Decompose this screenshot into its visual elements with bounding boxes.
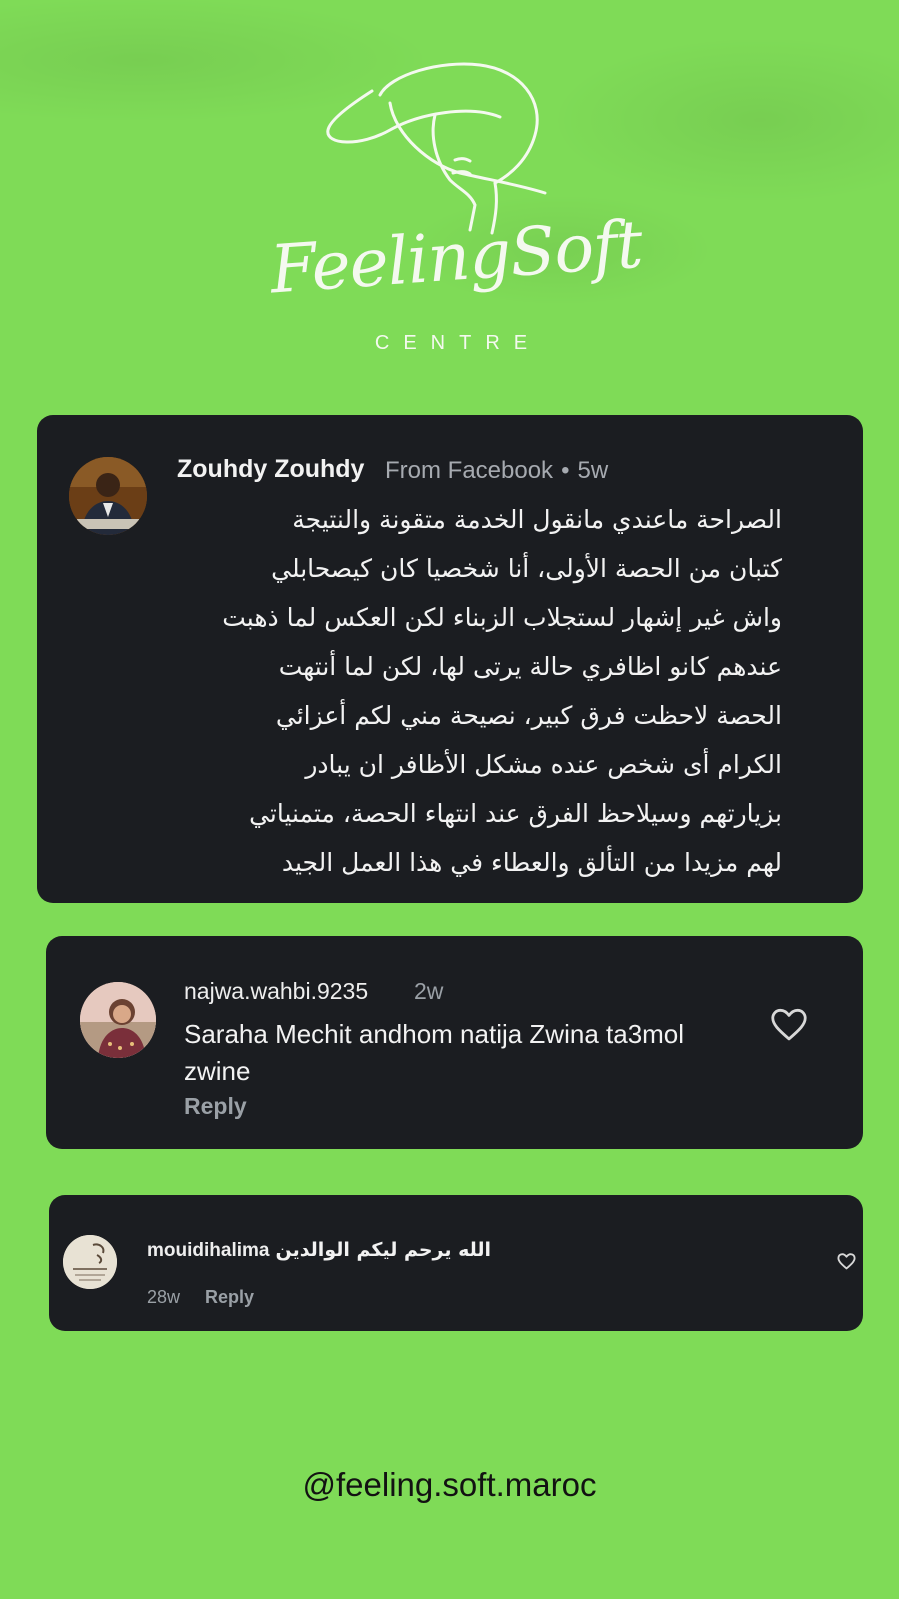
comment-text-line: واش غير إشهار لستجلاب الزبناء لكن العكس … [222,603,782,632]
reply-button[interactable]: Reply [205,1287,254,1308]
comment-author[interactable]: mouidihalima [147,1240,269,1261]
comment-text-line: بزيارتهم وسيلاحظ الفرق عند انتهاء الحصة،… [249,799,782,828]
comment-text: Saraha Mechit andhom natija Zwina ta3mol… [184,1019,685,1086]
comment-text-line: الحصة لاحظت فرق كبير، نصيحة مني لكم أعزا… [275,701,782,730]
comment-text-line: الصراحة ماعندي مانقول الخدمة متقونة والن… [292,505,782,534]
avatar-image [80,982,156,1058]
comment-text-line: كتبان من الحصة الأولى، أنا شخصيا كان كيص… [271,554,782,583]
avatar-image [69,457,147,535]
avatar-image [63,1235,117,1289]
comment-source: From Facebook [385,457,554,484]
comment-card-najwa: najwa.wahbi.9235 2w Saraha Mechit andhom… [46,936,863,1149]
comment-text: الصراحة ماعندي مانقول الخدمة متقونة والن… [157,495,782,887]
comment-text-line: لهم مزيدا من التألق والعطاء في هذا العمل… [281,848,782,877]
comment-line: mouidihalima الله يرحم ليكم الوالدين [147,1239,491,1262]
avatar[interactable] [63,1235,117,1289]
instagram-handle[interactable]: @feeling.soft.maroc [0,1466,899,1504]
comment-text-line: الكرام أى شخص عنده مشكل الأظافر ان يبادر [305,750,782,779]
brand-subtitle: CENTRE [374,332,542,354]
comment-card-mouidihalima: mouidihalima الله يرحم ليكم الوالدين 28w … [49,1195,863,1331]
heart-icon[interactable] [837,1253,856,1270]
heart-icon[interactable] [770,1008,808,1042]
reply-button[interactable]: Reply [184,1093,247,1120]
comment-author[interactable]: Zouhdy Zouhdy [177,455,364,484]
brand-logo: FeelingSoft CENTRE [268,55,644,355]
avatar[interactable] [69,457,147,535]
comment-text: الله يرحم ليكم الوالدين [275,1239,492,1261]
comment-text-line: عندهم كانو اظافري حالة يرتى لها، لكن لما… [278,652,782,681]
comment-time: 28w [147,1287,181,1307]
avatar[interactable] [80,982,156,1058]
comment-meta: From Facebook • 5w [385,457,608,485]
meta-separator: • [561,457,570,484]
comment-card-facebook: Zouhdy Zouhdy From Facebook • 5w الصراحة م… [37,415,863,903]
comment-time: 2w [414,978,444,1004]
comment-time: 5w [577,457,609,484]
comment-author[interactable]: najwa.wahbi.9235 [184,978,368,1005]
woman-hat-icon [326,62,547,235]
